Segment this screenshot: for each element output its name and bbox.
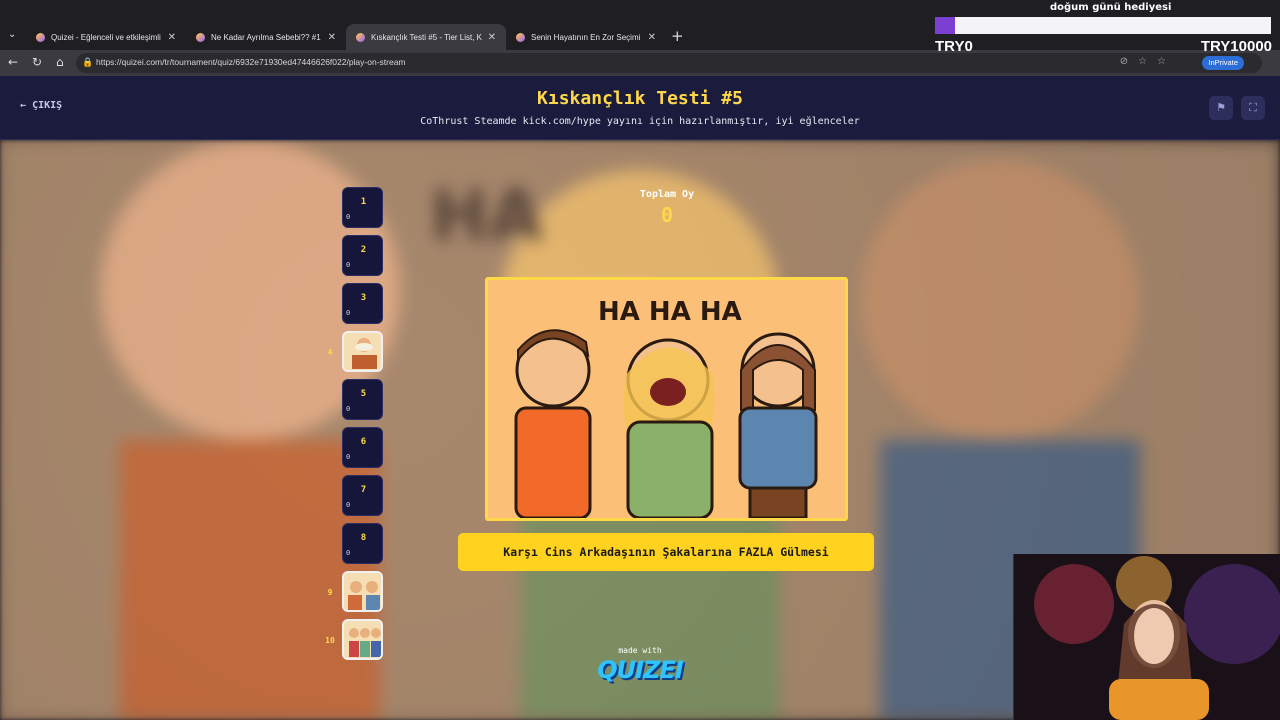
quiz-title: Kıskançlık Testi #5 — [537, 88, 743, 109]
streamer-webcam — [1013, 554, 1280, 720]
goal-current: TRY0 — [935, 38, 973, 55]
browser-tab[interactable]: Quizei - Eğlenceli ve etkileşimli qu ✕ — [26, 24, 186, 50]
bracket-number: 3 — [360, 293, 367, 303]
reload-icon[interactable]: ↻ — [32, 55, 42, 69]
total-votes-label: Toplam Oy — [639, 189, 695, 200]
bracket-thumbnail[interactable] — [342, 571, 383, 612]
back-icon[interactable]: ← — [8, 55, 18, 69]
bracket-slot[interactable]: 2 0 — [342, 235, 383, 276]
goal-progress-bar — [935, 17, 1271, 34]
option-image-card[interactable]: HA HA HA — [485, 277, 848, 521]
quizei-logo[interactable]: QUIZEI — [596, 656, 684, 684]
bracket-votes: 0 — [346, 453, 351, 461]
bracket-number: 2 — [360, 245, 367, 255]
bracket-number-side: 4 — [327, 348, 333, 357]
favicon-icon — [516, 32, 525, 42]
bracket-slot[interactable]: 5 0 — [342, 379, 383, 420]
quiz-header: ← ÇIKIŞ Kıskançlık Testi #5 CoThrust Ste… — [0, 76, 1280, 140]
bracket-votes: 0 — [346, 309, 351, 317]
favicon-icon — [196, 32, 205, 42]
bracket-number: 6 — [360, 437, 367, 447]
close-tab-icon[interactable]: ✕ — [648, 32, 656, 43]
quiz-subtitle: CoThrust Steamde kick.com/hype yayını iç… — [420, 116, 860, 127]
comic-text: HA HA HA — [598, 297, 742, 327]
bracket-votes: 0 — [346, 549, 351, 557]
browser-tab-label: Ne Kadar Ayrılma Sebebi?? #1 - Ti — [211, 32, 322, 42]
bracket-slot[interactable]: 3 0 — [342, 283, 383, 324]
fullscreen-button[interactable]: ⛶ — [1241, 96, 1265, 120]
flag-icon: ⚑ — [1216, 101, 1226, 114]
close-tab-icon[interactable]: ✕ — [328, 32, 336, 43]
bracket-number: 8 — [360, 533, 367, 543]
option-caption-button[interactable]: Karşı Cins Arkadaşının Şakalarına FAZLA … — [458, 533, 874, 571]
browser-tab-label: Quizei - Eğlenceli ve etkileşimli qu — [51, 32, 162, 42]
flag-button[interactable]: ⚑ — [1209, 96, 1233, 120]
home-icon[interactable]: ⌂ — [56, 55, 64, 69]
url-text: https://quizei.com/tr/tournament/quiz/69… — [96, 57, 406, 67]
browser-tab[interactable]: Senin Hayatının En Zor Seçimi - Ti ✕ — [506, 24, 666, 50]
lock-icon: 🔒 — [82, 57, 94, 67]
bracket-thumbnail[interactable] — [342, 619, 383, 660]
bracket-number-side: 9 — [327, 588, 333, 597]
browser-tab-label: Senin Hayatının En Zor Seçimi - Ti — [531, 32, 642, 42]
browser-tab-label: Kıskançlık Testi #5 - Tier List, Kör S — [371, 32, 482, 42]
browser-tab-active[interactable]: Kıskançlık Testi #5 - Tier List, Kör S ✕ — [346, 24, 506, 50]
goal-title: doğum günü hediyesi — [1050, 2, 1172, 13]
fullscreen-icon: ⛶ — [1249, 101, 1257, 114]
bracket-slot[interactable]: 7 0 — [342, 475, 383, 516]
close-tab-icon[interactable]: ✕ — [168, 32, 176, 43]
made-with-label: made with — [618, 646, 662, 655]
close-tab-icon[interactable]: ✕ — [488, 32, 496, 43]
bracket-slot[interactable]: 8 0 — [342, 523, 383, 564]
goal-progress-fill — [935, 17, 956, 34]
total-votes-value: 0 — [660, 203, 674, 227]
bracket-votes: 0 — [346, 261, 351, 269]
favicon-icon — [356, 32, 365, 42]
quiz-page: HA ← ÇIKIŞ Kıskançlık Testi #5 CoThrust … — [0, 76, 1280, 720]
bracket-number: 7 — [360, 485, 367, 495]
donation-goal-overlay: doğum günü hediyesi TRY0 TRY10000 — [935, 0, 1280, 60]
new-tab-icon[interactable]: + — [671, 27, 684, 45]
bracket-thumbnail[interactable] — [342, 331, 383, 372]
favicon-icon — [36, 32, 45, 42]
bracket-number: 5 — [360, 389, 367, 399]
bracket-slot[interactable]: 6 0 — [342, 427, 383, 468]
bracket-votes: 0 — [346, 501, 351, 509]
bracket-votes: 0 — [346, 405, 351, 413]
bracket-number-side: 10 — [325, 636, 335, 645]
goal-target: TRY10000 — [1200, 38, 1272, 55]
browser-tab[interactable]: Ne Kadar Ayrılma Sebebi?? #1 - Ti ✕ — [186, 24, 346, 50]
tab-menu-icon[interactable]: ⌄ — [8, 29, 16, 40]
